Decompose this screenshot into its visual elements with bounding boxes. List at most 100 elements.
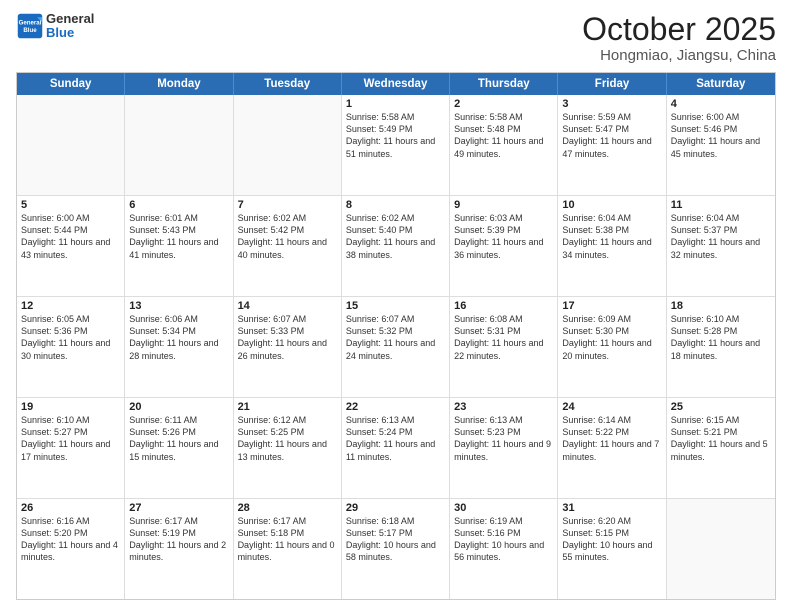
day-number: 24 xyxy=(562,401,661,413)
calendar-cell xyxy=(17,95,125,195)
day-number: 22 xyxy=(346,401,445,413)
day-info: Sunrise: 6:10 AM Sunset: 5:27 PM Dayligh… xyxy=(21,414,120,463)
day-info: Sunrise: 5:58 AM Sunset: 5:48 PM Dayligh… xyxy=(454,111,553,160)
day-info: Sunrise: 6:17 AM Sunset: 5:19 PM Dayligh… xyxy=(129,515,228,564)
day-number: 23 xyxy=(454,401,553,413)
calendar-cell: 20Sunrise: 6:11 AM Sunset: 5:26 PM Dayli… xyxy=(125,398,233,498)
day-number: 3 xyxy=(562,98,661,110)
day-number: 27 xyxy=(129,502,228,514)
calendar-body: 1Sunrise: 5:58 AM Sunset: 5:49 PM Daylig… xyxy=(17,95,775,599)
calendar-cell: 24Sunrise: 6:14 AM Sunset: 5:22 PM Dayli… xyxy=(558,398,666,498)
calendar-cell: 12Sunrise: 6:05 AM Sunset: 5:36 PM Dayli… xyxy=(17,297,125,397)
calendar-cell: 13Sunrise: 6:06 AM Sunset: 5:34 PM Dayli… xyxy=(125,297,233,397)
day-header-sunday: Sunday xyxy=(17,73,125,95)
day-number: 18 xyxy=(671,300,771,312)
calendar-header: SundayMondayTuesdayWednesdayThursdayFrid… xyxy=(17,73,775,95)
day-info: Sunrise: 6:20 AM Sunset: 5:15 PM Dayligh… xyxy=(562,515,661,564)
day-info: Sunrise: 6:19 AM Sunset: 5:16 PM Dayligh… xyxy=(454,515,553,564)
day-info: Sunrise: 6:08 AM Sunset: 5:31 PM Dayligh… xyxy=(454,313,553,362)
calendar-cell: 4Sunrise: 6:00 AM Sunset: 5:46 PM Daylig… xyxy=(667,95,775,195)
svg-text:General: General xyxy=(19,20,42,27)
calendar-row-4: 26Sunrise: 6:16 AM Sunset: 5:20 PM Dayli… xyxy=(17,499,775,599)
day-number: 4 xyxy=(671,98,771,110)
day-number: 25 xyxy=(671,401,771,413)
day-header-monday: Monday xyxy=(125,73,233,95)
day-header-wednesday: Wednesday xyxy=(342,73,450,95)
day-number: 7 xyxy=(238,199,337,211)
calendar-title: October 2025 xyxy=(582,12,776,47)
day-info: Sunrise: 6:01 AM Sunset: 5:43 PM Dayligh… xyxy=(129,212,228,261)
day-number: 8 xyxy=(346,199,445,211)
day-number: 6 xyxy=(129,199,228,211)
day-info: Sunrise: 6:02 AM Sunset: 5:40 PM Dayligh… xyxy=(346,212,445,261)
day-info: Sunrise: 6:15 AM Sunset: 5:21 PM Dayligh… xyxy=(671,414,771,463)
calendar-cell: 31Sunrise: 6:20 AM Sunset: 5:15 PM Dayli… xyxy=(558,499,666,599)
day-number: 31 xyxy=(562,502,661,514)
day-number: 11 xyxy=(671,199,771,211)
day-info: Sunrise: 6:11 AM Sunset: 5:26 PM Dayligh… xyxy=(129,414,228,463)
day-number: 1 xyxy=(346,98,445,110)
calendar-cell: 27Sunrise: 6:17 AM Sunset: 5:19 PM Dayli… xyxy=(125,499,233,599)
day-info: Sunrise: 6:12 AM Sunset: 5:25 PM Dayligh… xyxy=(238,414,337,463)
day-number: 15 xyxy=(346,300,445,312)
calendar-cell: 15Sunrise: 6:07 AM Sunset: 5:32 PM Dayli… xyxy=(342,297,450,397)
calendar-cell: 29Sunrise: 6:18 AM Sunset: 5:17 PM Dayli… xyxy=(342,499,450,599)
day-number: 19 xyxy=(21,401,120,413)
day-info: Sunrise: 6:14 AM Sunset: 5:22 PM Dayligh… xyxy=(562,414,661,463)
calendar-row-1: 5Sunrise: 6:00 AM Sunset: 5:44 PM Daylig… xyxy=(17,196,775,297)
calendar-cell: 28Sunrise: 6:17 AM Sunset: 5:18 PM Dayli… xyxy=(234,499,342,599)
calendar-cell: 21Sunrise: 6:12 AM Sunset: 5:25 PM Dayli… xyxy=(234,398,342,498)
day-number: 16 xyxy=(454,300,553,312)
calendar-page: General Blue General Blue October 2025 H… xyxy=(0,0,792,612)
day-number: 17 xyxy=(562,300,661,312)
calendar-cell: 1Sunrise: 5:58 AM Sunset: 5:49 PM Daylig… xyxy=(342,95,450,195)
day-number: 28 xyxy=(238,502,337,514)
logo: General Blue General Blue xyxy=(16,12,94,41)
day-info: Sunrise: 6:17 AM Sunset: 5:18 PM Dayligh… xyxy=(238,515,337,564)
day-info: Sunrise: 6:10 AM Sunset: 5:28 PM Dayligh… xyxy=(671,313,771,362)
header: General Blue General Blue October 2025 H… xyxy=(16,12,776,64)
day-number: 13 xyxy=(129,300,228,312)
day-info: Sunrise: 6:16 AM Sunset: 5:20 PM Dayligh… xyxy=(21,515,120,564)
calendar-cell xyxy=(125,95,233,195)
calendar-cell: 26Sunrise: 6:16 AM Sunset: 5:20 PM Dayli… xyxy=(17,499,125,599)
calendar-cell: 19Sunrise: 6:10 AM Sunset: 5:27 PM Dayli… xyxy=(17,398,125,498)
day-info: Sunrise: 6:03 AM Sunset: 5:39 PM Dayligh… xyxy=(454,212,553,261)
day-number: 5 xyxy=(21,199,120,211)
logo-blue: Blue xyxy=(46,26,94,40)
calendar-row-0: 1Sunrise: 5:58 AM Sunset: 5:49 PM Daylig… xyxy=(17,95,775,196)
calendar-cell: 7Sunrise: 6:02 AM Sunset: 5:42 PM Daylig… xyxy=(234,196,342,296)
day-info: Sunrise: 6:00 AM Sunset: 5:44 PM Dayligh… xyxy=(21,212,120,261)
calendar-cell: 22Sunrise: 6:13 AM Sunset: 5:24 PM Dayli… xyxy=(342,398,450,498)
calendar-cell: 3Sunrise: 5:59 AM Sunset: 5:47 PM Daylig… xyxy=(558,95,666,195)
calendar-cell: 14Sunrise: 6:07 AM Sunset: 5:33 PM Dayli… xyxy=(234,297,342,397)
day-header-thursday: Thursday xyxy=(450,73,558,95)
logo-general: General xyxy=(46,12,94,26)
day-info: Sunrise: 6:06 AM Sunset: 5:34 PM Dayligh… xyxy=(129,313,228,362)
day-number: 12 xyxy=(21,300,120,312)
day-info: Sunrise: 6:02 AM Sunset: 5:42 PM Dayligh… xyxy=(238,212,337,261)
calendar-cell: 17Sunrise: 6:09 AM Sunset: 5:30 PM Dayli… xyxy=(558,297,666,397)
day-info: Sunrise: 5:59 AM Sunset: 5:47 PM Dayligh… xyxy=(562,111,661,160)
day-number: 30 xyxy=(454,502,553,514)
calendar-row-3: 19Sunrise: 6:10 AM Sunset: 5:27 PM Dayli… xyxy=(17,398,775,499)
day-info: Sunrise: 6:07 AM Sunset: 5:33 PM Dayligh… xyxy=(238,313,337,362)
day-info: Sunrise: 6:13 AM Sunset: 5:24 PM Dayligh… xyxy=(346,414,445,463)
calendar-cell: 2Sunrise: 5:58 AM Sunset: 5:48 PM Daylig… xyxy=(450,95,558,195)
day-number: 20 xyxy=(129,401,228,413)
calendar-row-2: 12Sunrise: 6:05 AM Sunset: 5:36 PM Dayli… xyxy=(17,297,775,398)
calendar: SundayMondayTuesdayWednesdayThursdayFrid… xyxy=(16,72,776,600)
calendar-cell: 10Sunrise: 6:04 AM Sunset: 5:38 PM Dayli… xyxy=(558,196,666,296)
calendar-cell xyxy=(667,499,775,599)
calendar-cell: 8Sunrise: 6:02 AM Sunset: 5:40 PM Daylig… xyxy=(342,196,450,296)
logo-icon: General Blue xyxy=(16,12,44,40)
day-info: Sunrise: 6:07 AM Sunset: 5:32 PM Dayligh… xyxy=(346,313,445,362)
calendar-cell: 23Sunrise: 6:13 AM Sunset: 5:23 PM Dayli… xyxy=(450,398,558,498)
day-info: Sunrise: 5:58 AM Sunset: 5:49 PM Dayligh… xyxy=(346,111,445,160)
title-block: October 2025 Hongmiao, Jiangsu, China xyxy=(582,12,776,64)
calendar-cell: 30Sunrise: 6:19 AM Sunset: 5:16 PM Dayli… xyxy=(450,499,558,599)
calendar-cell: 5Sunrise: 6:00 AM Sunset: 5:44 PM Daylig… xyxy=(17,196,125,296)
day-info: Sunrise: 6:18 AM Sunset: 5:17 PM Dayligh… xyxy=(346,515,445,564)
day-number: 10 xyxy=(562,199,661,211)
day-header-tuesday: Tuesday xyxy=(234,73,342,95)
